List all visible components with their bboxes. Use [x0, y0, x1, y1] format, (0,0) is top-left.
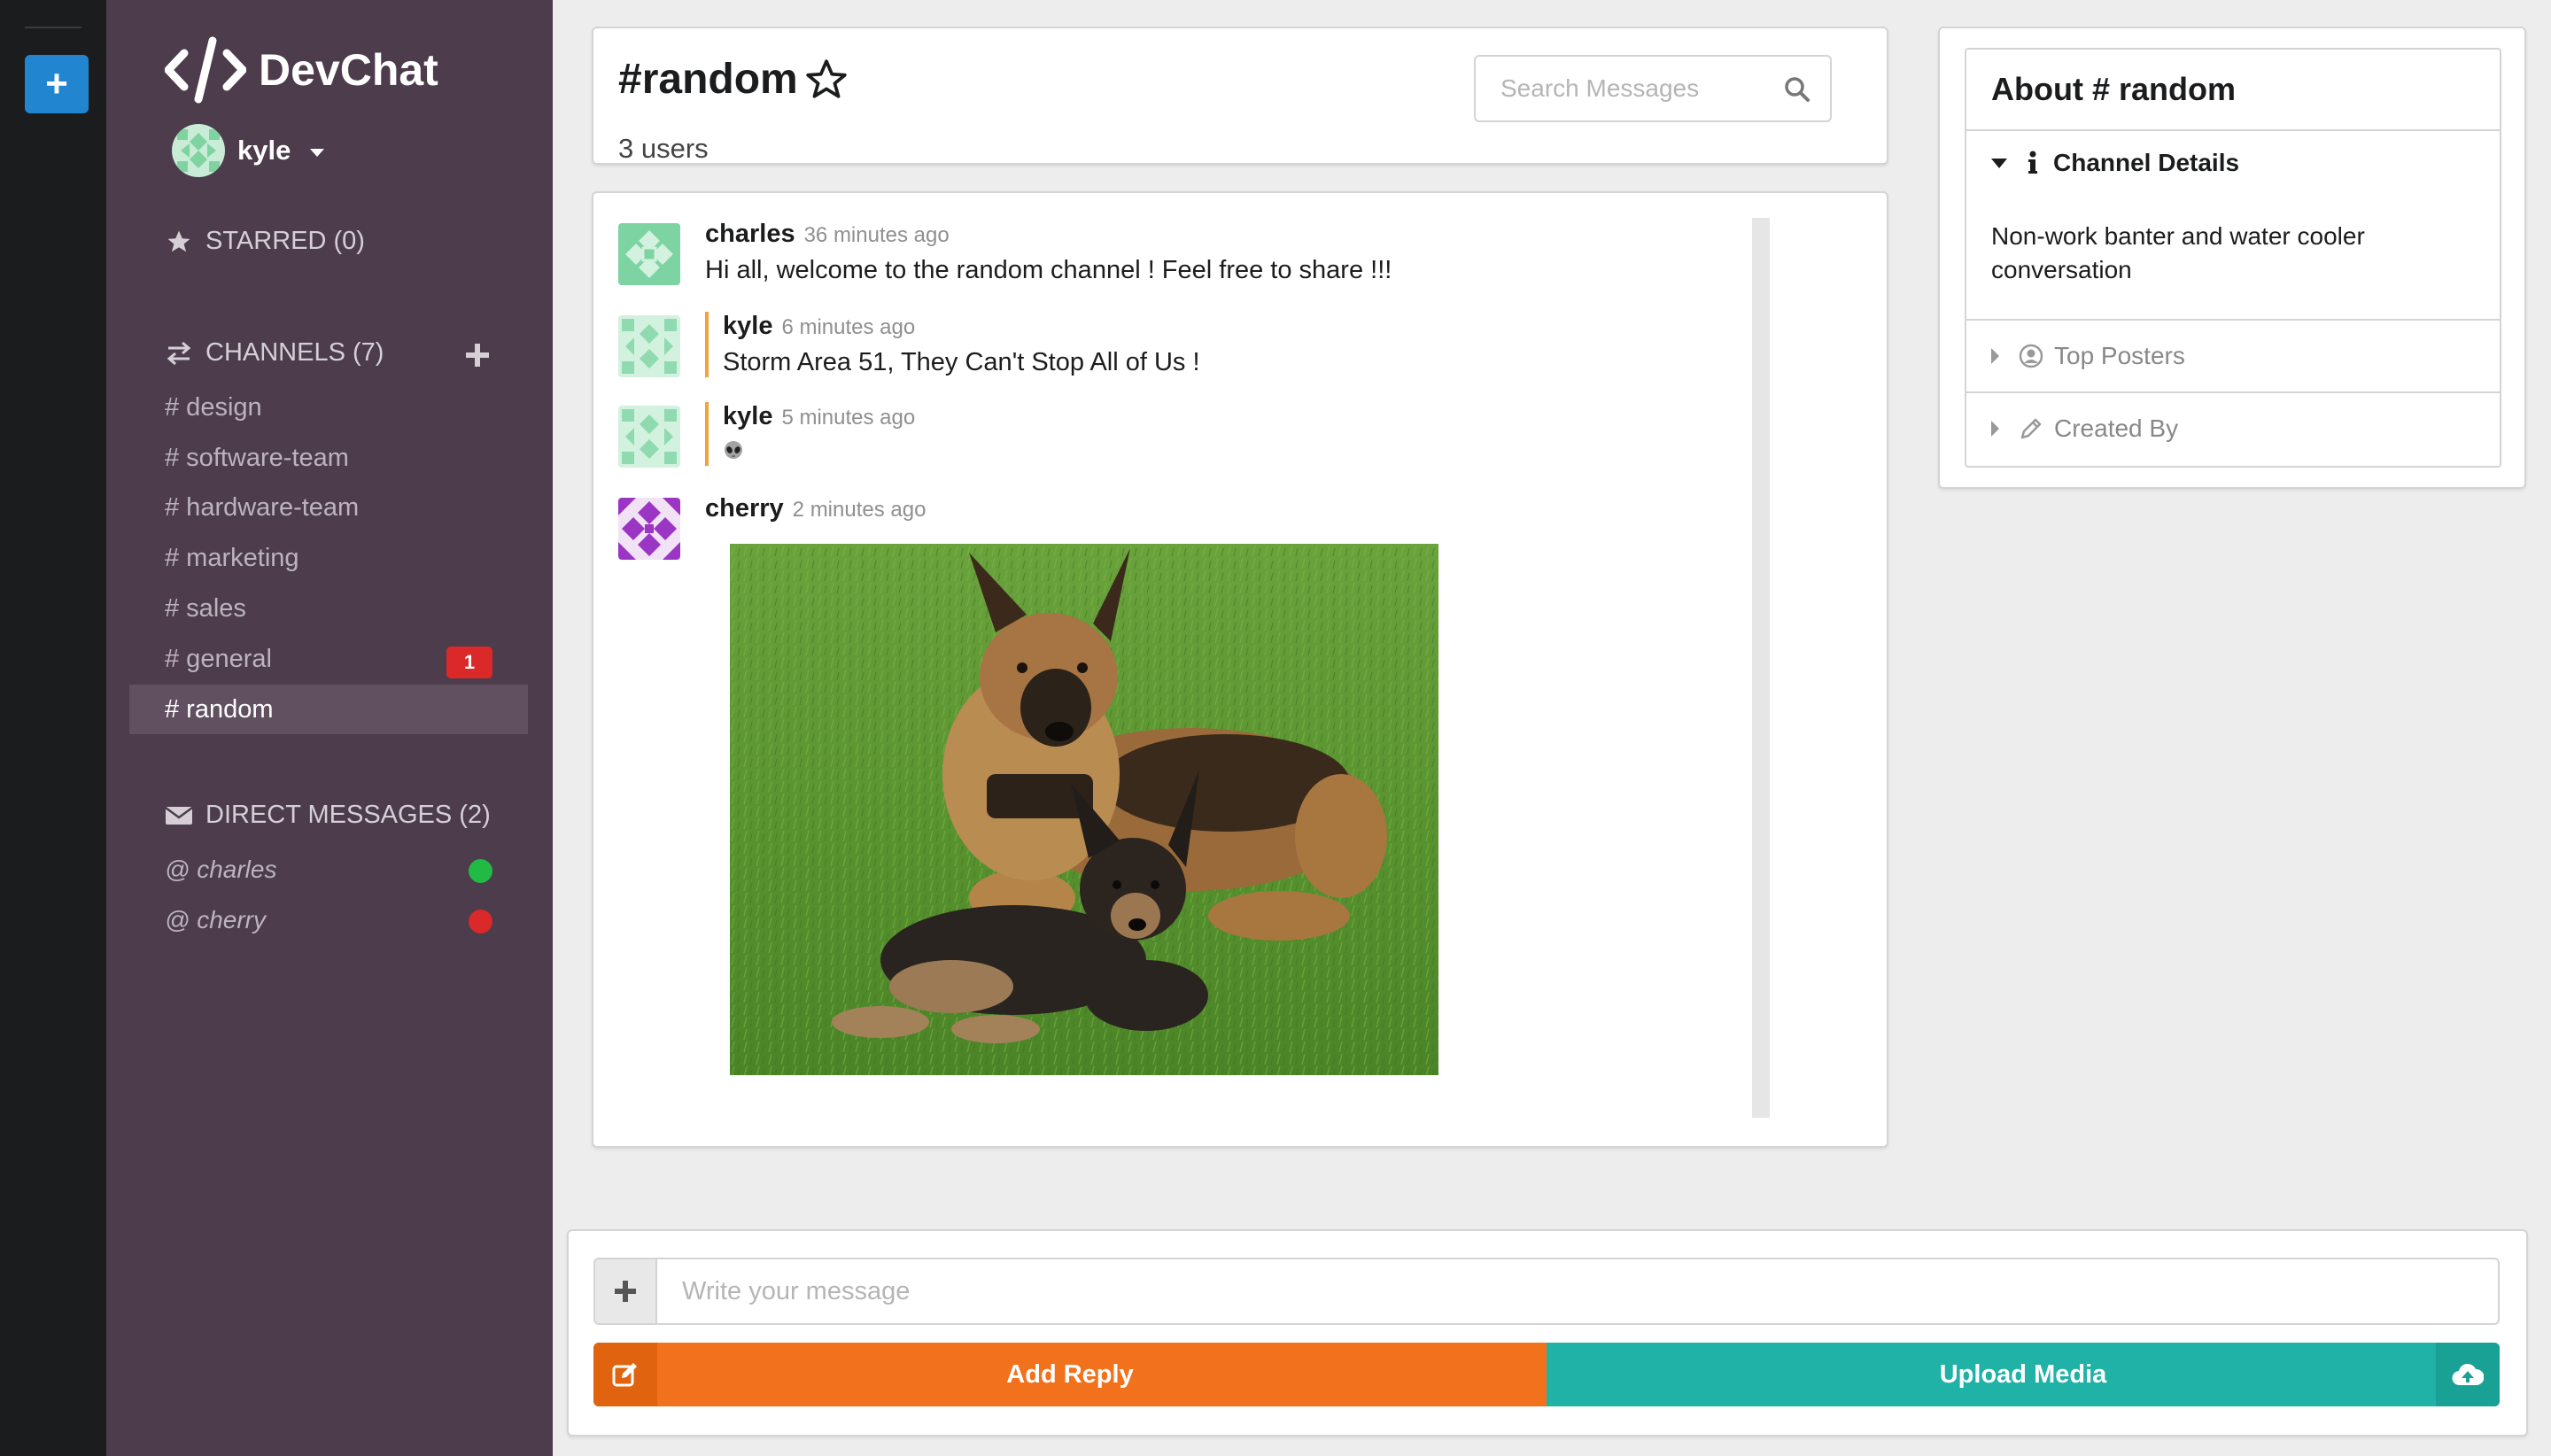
app-rail: +: [0, 0, 106, 1456]
channel-item-marketing[interactable]: # marketing: [129, 533, 528, 583]
created-by-label: Created By: [2054, 414, 2179, 442]
channel-item-random[interactable]: # random: [129, 685, 528, 734]
about-panel: About # random Channel Details Non-work …: [1938, 27, 2526, 489]
add-reply-label: Add Reply: [1006, 1359, 1134, 1389]
message-input[interactable]: [655, 1258, 2500, 1325]
top-posters-label: Top Posters: [2054, 342, 2185, 369]
info-icon: [2028, 151, 2037, 174]
message-author[interactable]: cherry: [705, 494, 784, 523]
add-reply-button[interactable]: Add Reply: [593, 1343, 1547, 1406]
about-title: About # random: [1966, 50, 2500, 131]
sidebar: DevChat kyle STARRED (0) CHANNELS (7) # …: [106, 0, 553, 1456]
dm-label: @ charles: [165, 856, 277, 883]
app-name: DevChat: [259, 45, 438, 95]
starred-label: STARRED (0): [205, 227, 365, 255]
channels-label: CHANNELS (7): [205, 338, 384, 367]
dm-label: DIRECT MESSAGES (2): [205, 801, 491, 829]
exchange-icon: [167, 341, 191, 365]
channels-header: CHANNELS (7): [165, 338, 384, 368]
code-icon: [165, 36, 246, 104]
avatar: [618, 315, 680, 377]
top-posters-toggle[interactable]: Top Posters: [1991, 342, 2185, 370]
message-time: 2 minutes ago: [792, 498, 927, 522]
channel-item-hardware-team[interactable]: # hardware-team: [129, 483, 528, 532]
plus-icon: [615, 1281, 636, 1302]
caret-right-icon: [1991, 348, 1999, 364]
caret-right-icon: [1991, 421, 1999, 437]
message-composer: Add Reply Upload Media: [567, 1229, 2528, 1437]
unread-badge: 1: [446, 647, 492, 678]
direct-messages-header: DIRECT MESSAGES (2): [165, 801, 491, 830]
plus-icon: +: [45, 62, 68, 105]
channel-item-sales[interactable]: # sales: [129, 584, 528, 633]
channel-name: #random: [618, 56, 798, 103]
channel-header: #random 3 users: [592, 27, 1888, 165]
created-by-toggle[interactable]: Created By: [1991, 414, 2178, 443]
channel-details-toggle[interactable]: Channel Details: [1991, 149, 2239, 177]
message-author[interactable]: charles: [705, 220, 795, 248]
message-text: Storm Area 51, They Can't Stop All of Us…: [723, 348, 1200, 376]
mail-icon: [165, 806, 193, 825]
message-body: cherry 2 minutes ago: [705, 494, 926, 523]
starred-header[interactable]: STARRED (0): [165, 227, 365, 256]
search-input[interactable]: [1477, 58, 1770, 119]
pencil-icon: [2020, 418, 2042, 439]
message-body: kyle 5 minutes ago: [705, 402, 915, 466]
shared-image[interactable]: [730, 544, 1438, 1075]
channel-title: #random: [618, 55, 849, 104]
offline-status-dot: [469, 910, 492, 933]
dm-item-charles[interactable]: @ charles: [129, 845, 528, 895]
add-channel-button[interactable]: [464, 342, 491, 368]
scrollbar[interactable]: [1752, 218, 1770, 1118]
message-time: 36 minutes ago: [803, 223, 950, 247]
caret-down-icon: [1991, 158, 2007, 168]
user-menu[interactable]: kyle: [172, 124, 325, 177]
rail-divider: [25, 27, 81, 28]
star-icon: [167, 230, 190, 252]
avatar: [618, 498, 680, 560]
divider: [1966, 391, 2500, 393]
message-text: Hi all, welcome to the random channel ! …: [705, 256, 1392, 284]
channel-item-software-team[interactable]: # software-team: [129, 433, 528, 483]
search-box: [1474, 55, 1832, 122]
message-body: charles 36 minutes ago Hi all, welcome to…: [705, 220, 1392, 285]
user-circle-icon: [2019, 344, 2043, 368]
channel-details-label: Channel Details: [2053, 149, 2240, 176]
star-outline-icon[interactable]: [803, 58, 849, 102]
online-status-dot: [469, 859, 492, 883]
channel-description: Non-work banter and water cooler convers…: [1991, 222, 2365, 283]
about-accordion: About # random Channel Details Non-work …: [1965, 48, 2501, 468]
channel-item-general[interactable]: # general 1: [129, 634, 528, 684]
message-time: 6 minutes ago: [781, 315, 916, 339]
search-icon[interactable]: [1784, 76, 1811, 103]
divider: [1966, 319, 2500, 321]
attach-button[interactable]: [593, 1258, 655, 1325]
avatar: [618, 406, 680, 468]
upload-media-button[interactable]: Upload Media: [1547, 1343, 2500, 1406]
brand: DevChat: [165, 34, 438, 106]
message-author[interactable]: kyle: [723, 402, 772, 430]
user-name: kyle: [237, 135, 291, 166]
cloud-upload-icon: [2436, 1343, 2500, 1406]
channel-item-design[interactable]: # design: [129, 383, 528, 432]
edit-icon: [593, 1343, 657, 1406]
channel-user-count: 3 users: [618, 133, 709, 164]
add-team-button[interactable]: +: [25, 55, 89, 113]
avatar: [618, 223, 680, 285]
channel-label: # general: [165, 645, 272, 673]
alien-icon: [725, 441, 742, 459]
message-body: kyle 6 minutes ago Storm Area 51, They Ca…: [705, 312, 1200, 377]
dog-photo: [730, 544, 1438, 1075]
dm-item-cherry[interactable]: @ cherry: [129, 895, 528, 945]
message-list: charles 36 minutes ago Hi all, welcome to…: [592, 191, 1888, 1148]
chevron-down-icon[interactable]: [310, 148, 325, 157]
dm-label: @ cherry: [165, 906, 266, 933]
message-time: 5 minutes ago: [781, 406, 916, 430]
avatar: [172, 124, 225, 177]
message-author[interactable]: kyle: [723, 312, 772, 340]
upload-media-label: Upload Media: [1939, 1359, 2107, 1389]
